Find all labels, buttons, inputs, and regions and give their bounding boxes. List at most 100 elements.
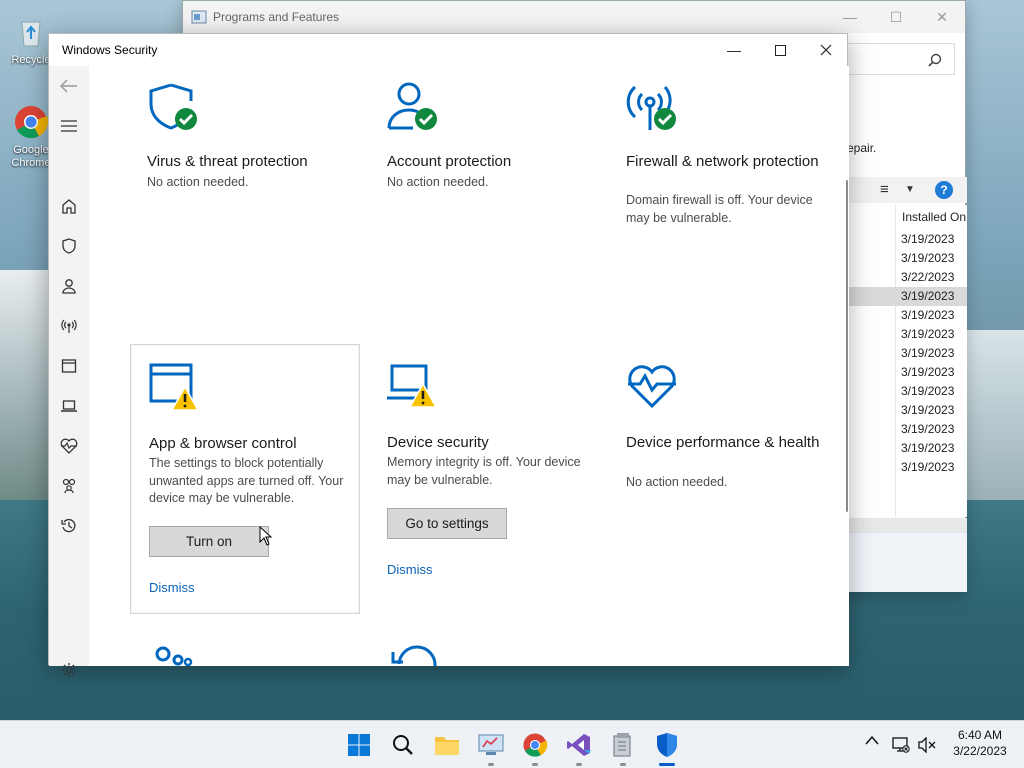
table-row[interactable]: 3/19/2023 [847,363,967,382]
ws-titlebar[interactable]: Windows Security — [49,34,847,66]
nav-firewall[interactable] [49,311,89,341]
nav-account-protection[interactable] [49,271,89,301]
nav-protection-history[interactable] [49,511,89,541]
pf-details-pane [847,532,967,592]
taskbar-search-button[interactable] [389,731,417,759]
table-row[interactable]: 3/19/2023 [847,249,967,268]
show-hidden-icons-button[interactable] [865,733,879,748]
card-title: Account protection [387,153,512,170]
family-icon [62,478,76,494]
card-description: Memory integrity is off. Your device may… [387,455,581,487]
nav-family-options[interactable] [49,471,89,501]
card-description: The settings to block potentially unwant… [149,456,344,505]
ws-minimize-button[interactable]: — [711,34,757,66]
taskbar-chrome[interactable] [521,731,549,759]
pf-maximize-button[interactable]: ☐ [873,1,919,33]
installed-on-cell: 3/19/2023 [901,422,955,436]
windows-security-shield-icon [657,733,677,757]
windows-security-window[interactable]: Windows Security — Virus & threat protec… [48,33,849,677]
card-device-security[interactable]: Device security Memory integrity is off.… [369,344,599,614]
chevron-up-icon [865,735,879,745]
nav-device-security[interactable] [49,391,89,421]
card-device-health[interactable]: Device performance & health No action ne… [608,344,838,614]
taskbar-clock[interactable]: 6:40 AM 3/22/2023 [944,727,1016,759]
table-row[interactable]: 3/19/2023 [847,344,967,363]
recycle-bin-icon [21,21,41,47]
installed-on-cell: 3/22/2023 [901,270,955,284]
table-row[interactable]: 3/19/2023 [847,306,967,325]
table-row[interactable]: 3/19/2023 [847,325,967,344]
family-options-icon [155,646,193,666]
back-arrow-icon [60,79,77,93]
column-header-installed-on[interactable]: Installed On [895,205,967,229]
nav-device-health[interactable] [49,431,89,461]
pf-search-input[interactable] [843,43,955,75]
installer-icon [613,733,631,757]
card-account-protection[interactable]: Account protection No action needed. [369,66,599,336]
chevron-down-icon[interactable]: ▼ [905,184,915,195]
installed-on-cell: 3/19/2023 [901,441,955,455]
card-description: No action needed. [626,475,728,489]
card-description: No action needed. [147,175,249,189]
table-row[interactable]: 3/19/2023 [847,287,967,306]
taskbar-visual-studio[interactable] [565,731,593,759]
card-app-browser-control[interactable]: App & browser control The settings to bl… [130,344,360,614]
nav-virus-protection[interactable] [49,231,89,261]
installed-on-cell: 3/19/2023 [901,403,955,417]
running-indicator [488,763,494,766]
network-tray-button[interactable] [892,737,910,756]
ws-content: Virus & threat protection No action need… [89,66,849,666]
network-icon [61,319,77,333]
shield-icon [62,238,76,254]
nav-app-browser[interactable] [49,351,89,381]
table-row[interactable]: 3/19/2023 [847,439,967,458]
pf-rows: 3/19/2023 3/19/2023 3/22/2023 3/19/2023 3/19… [847,230,967,477]
dismiss-link[interactable]: Dismiss [387,562,433,577]
ws-maximize-button[interactable] [757,34,803,66]
go-to-settings-button[interactable]: Go to settings [387,508,507,539]
pf-close-button[interactable]: ✕ [919,1,965,33]
view-options-icon[interactable]: ≡ [880,181,889,198]
nav-home[interactable] [49,191,89,221]
turn-on-button[interactable]: Turn on [149,526,269,557]
browser-warning-icon [149,363,200,411]
ws-vertical-scrollbar[interactable] [846,180,848,512]
taskbar-start-button[interactable] [345,731,373,759]
programs-features-icon [191,10,207,24]
close-icon [820,44,832,56]
taskbar-control-panel[interactable] [477,731,505,759]
card-description: No action needed. [387,175,489,189]
taskbar-installer[interactable] [609,731,637,759]
table-row[interactable]: 3/19/2023 [847,382,967,401]
table-row[interactable]: 3/19/2023 [847,401,967,420]
nav-back-button[interactable] [49,71,89,101]
ws-title: Windows Security [62,43,158,57]
ws-navigation [49,66,89,677]
table-row[interactable]: 3/22/2023 [847,268,967,287]
table-row[interactable]: 3/19/2023 [847,230,967,249]
shield-check-icon [149,83,197,130]
wifi-check-icon [626,85,676,130]
hamburger-menu-icon [61,120,77,132]
card-virus-threat[interactable]: Virus & threat protection No action need… [129,66,359,336]
card-title: App & browser control [149,435,297,452]
table-row[interactable]: 3/19/2023 [847,458,967,477]
history-icon [61,518,76,533]
dismiss-link[interactable]: Dismiss [149,580,195,595]
mouse-cursor-icon [259,526,273,546]
chrome-icon [523,733,548,757]
pf-minimize-button[interactable]: — [827,1,873,33]
device-icon [61,400,77,412]
ws-close-button[interactable] [803,34,849,66]
help-button[interactable]: ? [935,181,953,199]
taskbar-file-explorer[interactable] [433,731,461,759]
card-firewall-network[interactable]: Firewall & network protection Domain fir… [608,66,838,336]
pf-horizontal-scrollbar[interactable] [847,518,967,532]
installed-on-cell: 3/19/2023 [901,365,955,379]
table-row[interactable]: 3/19/2023 [847,420,967,439]
volume-tray-button[interactable] [918,736,936,756]
nav-settings[interactable] [49,655,89,685]
taskbar-windows-security[interactable] [653,731,681,759]
nav-menu-button[interactable] [49,111,89,141]
pf-program-list[interactable]: Installed On 3/19/2023 3/19/2023 3/22/2023… [847,205,967,517]
